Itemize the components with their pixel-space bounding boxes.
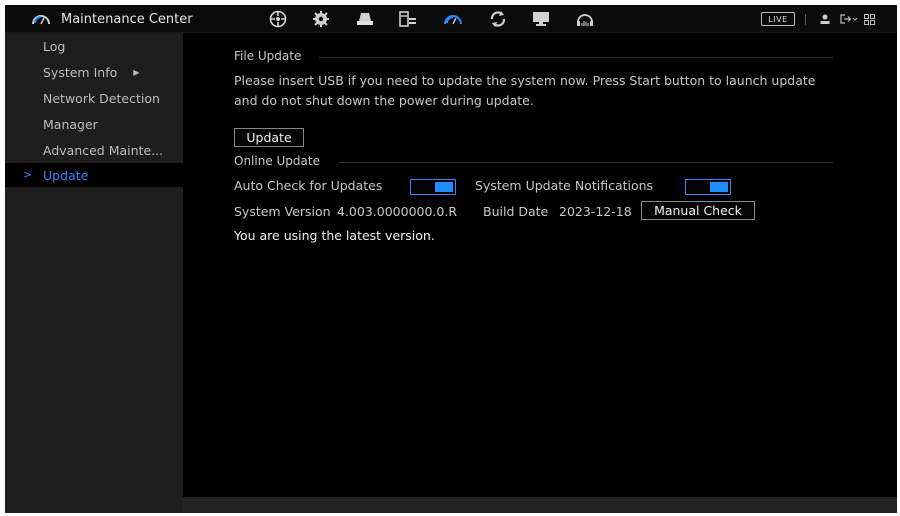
active-marker: >	[23, 168, 33, 181]
sidebar-item-manager[interactable]: Manager	[5, 112, 183, 136]
build-date-label: Build Date	[483, 204, 549, 219]
section-divider	[319, 57, 833, 58]
display-icon[interactable]	[530, 9, 552, 29]
main-content: File Update Please insert USB if you nee…	[183, 33, 897, 513]
top-bar: Maintenance Center LIVE	[5, 5, 897, 33]
audio-icon[interactable]	[574, 9, 596, 29]
network-icon[interactable]	[267, 9, 289, 29]
settings-gear-icon[interactable]	[310, 9, 332, 29]
sidebar-item-system-info[interactable]: System Info ▶	[5, 60, 183, 84]
storage-icon[interactable]	[354, 9, 376, 29]
user-icon[interactable]	[819, 12, 831, 26]
system-version-label: System Version	[234, 204, 331, 219]
app-window: Maintenance Center LIVE Log System Info …	[5, 5, 897, 513]
sidebar-item-network-detection[interactable]: Network Detection	[5, 86, 183, 110]
build-date-value: 2023-12-18	[559, 204, 632, 219]
app-title: Maintenance Center	[31, 5, 193, 33]
file-update-instructions-line-1: Please insert USB if you need to update …	[234, 73, 816, 88]
sidebar-item-label: Manager	[43, 116, 98, 132]
system-icon[interactable]	[397, 9, 419, 29]
manual-check-button[interactable]: Manual Check	[641, 201, 755, 220]
auto-check-label: Auto Check for Updates	[234, 178, 383, 193]
bottom-strip	[183, 497, 897, 513]
file-update-title: File Update	[234, 49, 302, 63]
sidebar-item-update[interactable]: > Update	[5, 163, 183, 187]
notifications-label: System Update Notifications	[475, 178, 654, 193]
update-button[interactable]: Update	[234, 128, 304, 147]
logout-icon[interactable]	[840, 12, 858, 26]
auto-check-toggle[interactable]	[410, 179, 456, 195]
section-divider	[339, 162, 833, 163]
toggle-knob	[710, 182, 728, 192]
update-status-message: You are using the latest version.	[234, 228, 435, 243]
notifications-toggle[interactable]	[685, 179, 731, 195]
submenu-arrow-icon: ▶	[133, 67, 140, 77]
online-update-title: Online Update	[234, 154, 320, 168]
sidebar: Log System Info ▶ Network Detection Mana…	[5, 33, 183, 513]
grid-icon[interactable]	[864, 12, 875, 26]
sidebar-item-advanced-maintenance[interactable]: Advanced Mainte...	[5, 138, 183, 162]
sidebar-item-label: Advanced Mainte...	[43, 142, 164, 158]
sidebar-item-label: Log	[43, 38, 66, 54]
system-version-value: 4.003.0000000.0.R	[337, 204, 458, 219]
app-title-text: Maintenance Center	[61, 11, 193, 27]
live-button[interactable]: LIVE	[761, 12, 795, 26]
toggle-knob	[435, 182, 453, 192]
sidebar-item-label: Network Detection	[43, 90, 160, 106]
maintenance-icon[interactable]	[442, 9, 464, 29]
refresh-icon[interactable]	[487, 9, 509, 29]
divider	[805, 14, 806, 25]
file-update-instructions-line-2: and do not shut down the power during up…	[234, 93, 534, 108]
sidebar-item-label: Update	[43, 167, 89, 183]
sidebar-item-label: System Info	[43, 64, 118, 80]
maintenance-gauge-icon	[31, 12, 51, 26]
sidebar-item-log[interactable]: Log	[5, 34, 183, 58]
